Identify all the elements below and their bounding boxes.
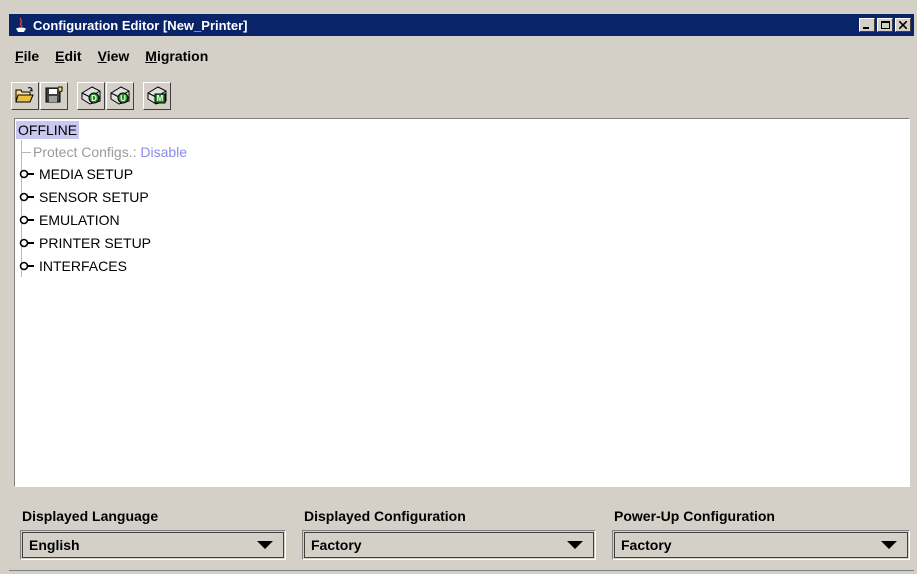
window-bottom-edge xyxy=(9,570,914,571)
tree-node-interfaces[interactable]: INTERFACES xyxy=(19,257,127,275)
displayed-language-field[interactable]: English xyxy=(22,532,284,558)
menu-view-mnemonic: V xyxy=(97,48,107,64)
tree-node-emulation[interactable]: EMULATION xyxy=(19,211,120,229)
displayed-configuration-value: Factory xyxy=(311,537,362,553)
expand-handle-icon[interactable] xyxy=(19,168,37,180)
protect-configs-value: Disable xyxy=(140,144,188,160)
tree-node-media-setup[interactable]: MEDIA SETUP xyxy=(19,165,133,183)
menu-file-mnemonic: F xyxy=(15,48,24,64)
migrate-button[interactable]: M xyxy=(143,82,171,110)
menu-file[interactable]: File xyxy=(15,48,39,64)
java-app-icon xyxy=(13,17,29,33)
open-button[interactable] xyxy=(11,82,39,110)
menu-view[interactable]: View xyxy=(98,48,130,64)
close-button[interactable] xyxy=(895,18,911,32)
displayed-language-label: Displayed Language xyxy=(22,508,159,524)
save-button[interactable] xyxy=(40,82,68,110)
svg-text:D: D xyxy=(91,94,97,103)
tree-node-label: SENSOR SETUP xyxy=(39,189,149,205)
menu-edit[interactable]: Edit xyxy=(55,48,81,64)
powerup-configuration-select[interactable]: Factory xyxy=(612,530,910,560)
dropdown-arrow-icon[interactable] xyxy=(881,541,897,549)
tree-node-label: INTERFACES xyxy=(39,258,127,274)
printer-download-icon: D xyxy=(80,85,102,108)
tree-connector-horizontal xyxy=(21,152,31,153)
powerup-configuration-value: Factory xyxy=(621,537,672,553)
printer-migrate-icon: M xyxy=(146,85,168,108)
displayed-configuration-field[interactable]: Factory xyxy=(304,532,594,558)
upload-button[interactable]: U xyxy=(106,82,134,110)
minimize-button[interactable] xyxy=(859,18,875,32)
menu-bar: File Edit View Migration xyxy=(9,36,914,76)
config-tree[interactable]: OFFLINE Protect Configs.: Disable MEDIA … xyxy=(14,118,910,487)
expand-handle-icon[interactable] xyxy=(19,191,37,203)
displayed-configuration-label: Displayed Configuration xyxy=(304,508,466,524)
tree-node-printer-setup[interactable]: PRINTER SETUP xyxy=(19,234,151,252)
tree-root[interactable]: OFFLINE xyxy=(16,121,80,139)
tree-leaf-protect-configs[interactable]: Protect Configs.: Disable xyxy=(33,143,187,161)
menu-file-rest: ile xyxy=(23,48,40,64)
displayed-configuration-select[interactable]: Factory xyxy=(302,530,596,560)
dropdown-arrow-icon[interactable] xyxy=(567,541,583,549)
menu-migration-rest: igration xyxy=(156,48,209,64)
toolbar: D U M xyxy=(11,81,172,111)
expand-handle-icon[interactable] xyxy=(19,237,37,249)
svg-text:U: U xyxy=(120,94,126,103)
maximize-button[interactable] xyxy=(877,18,893,32)
configuration-editor-window: Configuration Editor [New_Printer] File … xyxy=(0,0,917,574)
menu-edit-rest: dit xyxy=(64,48,82,64)
displayed-language-value: English xyxy=(29,537,80,553)
tree-node-label: EMULATION xyxy=(39,212,120,228)
menu-migration-mnemonic: M xyxy=(145,48,157,64)
dropdown-arrow-icon[interactable] xyxy=(257,541,273,549)
menu-view-rest: iew xyxy=(106,48,130,64)
expand-handle-icon[interactable] xyxy=(19,214,37,226)
svg-text:M: M xyxy=(157,94,164,103)
tree-node-label: PRINTER SETUP xyxy=(39,235,152,251)
displayed-language-select[interactable]: English xyxy=(20,530,286,560)
menu-migration[interactable]: Migration xyxy=(145,48,208,64)
window-controls xyxy=(857,18,911,32)
title-bar[interactable]: Configuration Editor [New_Printer] xyxy=(9,14,914,36)
expand-handle-icon[interactable] xyxy=(19,260,37,272)
download-button[interactable]: D xyxy=(77,82,105,110)
powerup-configuration-field[interactable]: Factory xyxy=(614,532,908,558)
open-folder-icon xyxy=(15,86,35,107)
powerup-configuration-label: Power-Up Configuration xyxy=(614,508,775,524)
window-title: Configuration Editor [New_Printer] xyxy=(33,17,248,33)
tree-node-label: MEDIA SETUP xyxy=(39,166,134,182)
protect-configs-label: Protect Configs.: xyxy=(33,144,141,160)
printer-upload-icon: U xyxy=(109,85,131,108)
tree-node-sensor-setup[interactable]: SENSOR SETUP xyxy=(19,188,149,206)
save-disk-icon xyxy=(45,86,63,107)
